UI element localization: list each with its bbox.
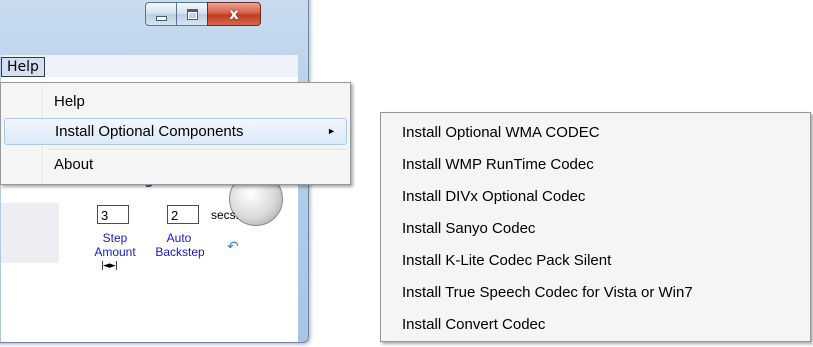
close-icon: x (229, 5, 239, 23)
menu-item-help-label: Help (54, 93, 85, 110)
step-amount-input[interactable]: 3 (97, 205, 129, 224)
auto-backstep-input[interactable]: 2 (167, 205, 199, 224)
backstep-label: Backstep (147, 245, 213, 259)
submenu-item-sanyo-codec[interactable]: Install Sanyo Codec (384, 215, 807, 242)
undo-icon[interactable]: ↶ (227, 239, 239, 255)
backstep-label-line1: Auto (166, 231, 192, 245)
step-label-line1: Step (102, 231, 128, 245)
menu-item-install-label: Install Optional Components (55, 123, 244, 140)
submenu-item-true-speech-codec[interactable]: Install True Speech Codec for Vista or W… (384, 279, 807, 306)
close-button[interactable]: x (207, 2, 261, 26)
menu-item-about[interactable]: About (4, 151, 347, 178)
submenu-item-label: Install Optional WMA CODEC (402, 124, 600, 141)
submenu-arrow-icon: ► (327, 126, 336, 136)
menu-item-about-label: About (54, 156, 94, 173)
submenu-item-wma-codec[interactable]: Install Optional WMA CODEC (384, 119, 807, 146)
maximize-icon (186, 8, 198, 20)
step-label-line2: Amount (94, 245, 136, 259)
auto-label: Auto (163, 231, 195, 245)
submenu-item-klite-codec[interactable]: Install K-Lite Codec Pack Silent (384, 247, 807, 274)
step-arrows-icon[interactable]: |◄►| (101, 261, 118, 271)
amount-label: Amount (85, 245, 145, 259)
side-panel (1, 203, 59, 263)
secs-label: secs. (211, 208, 240, 222)
help-menu: Help Install Optional Components ► About (0, 82, 351, 185)
step-label: Step (99, 231, 131, 245)
menu-bar: Help (1, 55, 298, 78)
window-controls: x (145, 2, 261, 30)
minimize-button[interactable] (145, 2, 177, 26)
submenu-item-label: Install Convert Codec (402, 316, 546, 333)
submenu-item-label: Install Sanyo Codec (402, 220, 536, 237)
backstep-label-line2: Backstep (155, 245, 205, 259)
minimize-icon (155, 15, 167, 21)
install-submenu: Install Optional WMA CODEC Install WMP R… (380, 112, 811, 342)
submenu-item-convert-codec[interactable]: Install Convert Codec (384, 311, 807, 338)
submenu-item-label: Install K-Lite Codec Pack Silent (402, 252, 612, 269)
menubar-help[interactable]: Help (1, 57, 45, 77)
maximize-button[interactable] (176, 2, 208, 26)
submenu-item-label: Install DIVx Optional Codec (402, 188, 586, 205)
menu-item-help[interactable]: Help (4, 88, 347, 115)
submenu-item-label: Install True Speech Codec for Vista or W… (402, 284, 693, 301)
menu-item-install-optional-components[interactable]: Install Optional Components ► (4, 118, 347, 145)
submenu-item-wmp-runtime-codec[interactable]: Install WMP RunTime Codec (384, 151, 807, 178)
submenu-item-divx-codec[interactable]: Install DIVx Optional Codec (384, 183, 807, 210)
submenu-item-label: Install WMP RunTime Codec (402, 156, 594, 173)
